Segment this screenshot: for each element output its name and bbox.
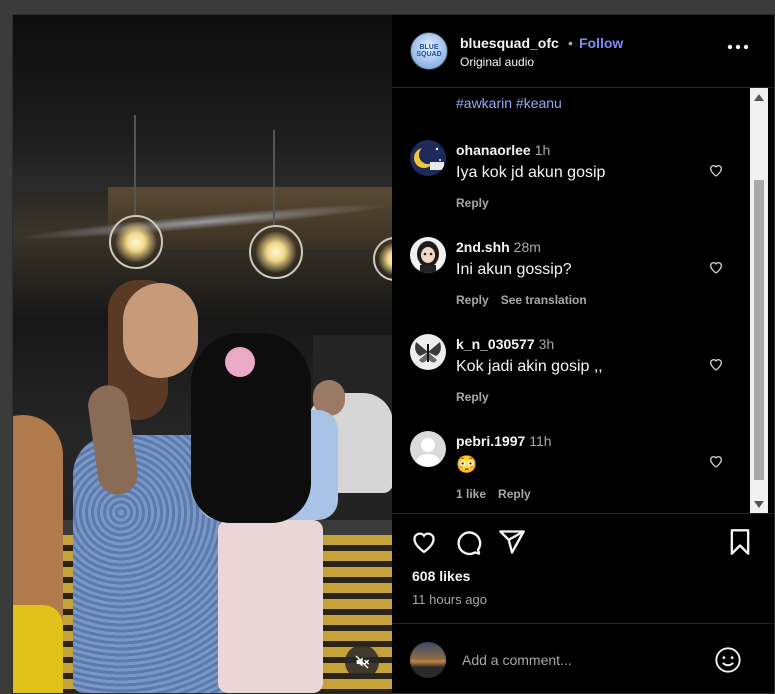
header-separator: • [568,35,573,51]
comment-text: Ini akun gossip? [456,261,572,278]
current-user-avatar [410,642,446,678]
commenter-avatar[interactable] [410,334,446,370]
comment-username[interactable]: k_n_030577 [456,336,535,352]
see-translation-button[interactable]: See translation [501,293,587,307]
comment-actions: Reply See translation [456,293,599,307]
follow-button[interactable]: Follow [579,35,623,51]
lamp-cord [134,115,136,215]
like-heart-icon[interactable] [410,528,438,556]
video-girl-pants [218,520,323,693]
scroll-down-arrow[interactable] [750,497,768,511]
comments-scrollbar[interactable] [750,88,768,513]
add-comment-bar [392,623,774,694]
caption-hashtags[interactable]: #awkarin #keanu [456,95,562,111]
like-comment-icon[interactable] [708,162,724,178]
video-person-left-shirt [13,605,63,693]
like-comment-icon[interactable] [708,356,724,372]
default-avatar-icon [410,431,446,467]
video-woman-head [123,283,198,378]
share-paper-plane-icon[interactable] [498,528,526,556]
commenter-avatar[interactable] [410,140,446,176]
butterfly-avatar-icon [410,334,446,370]
video-flower [225,347,255,377]
comment-actions: Reply [456,196,501,210]
like-comment-icon[interactable] [708,259,724,275]
triangle-down-icon [754,500,764,508]
video-player[interactable] [13,15,392,693]
girl-avatar-icon [410,237,446,273]
lamp-cord [273,130,275,225]
comment-time: 28m [513,239,541,255]
comment-time: 3h [538,336,555,352]
reply-button[interactable]: Reply [456,293,489,307]
author-username[interactable]: bluesquad_ofc [460,35,559,51]
comment-item: pebri.1997 11h 😳 1 like Reply [410,431,740,501]
comment-time: 1h [534,142,551,158]
emoji-smile-icon[interactable] [714,646,742,674]
author-avatar-text: BLUE SQUAD [416,44,442,58]
scroll-up-arrow[interactable] [750,90,768,104]
comment-actions: 1 like Reply [456,487,543,501]
comment-item: 2nd.shh 28m Ini akun gossip? Reply See tra… [410,237,740,307]
reply-button[interactable]: Reply [498,487,531,501]
pendant-lamp [109,215,163,269]
triangle-up-icon [754,93,764,101]
comment-input[interactable] [460,648,704,672]
post-header: BLUE SQUAD bluesquad_ofc • Follow Origin… [392,15,774,88]
comment-text: Iya kok jd akun gosip [456,164,606,181]
comment-actions: Reply [456,390,501,404]
save-bookmark-icon[interactable] [726,528,754,556]
more-horizontal-icon [727,44,749,50]
likes-count[interactable]: 608 likes [412,568,470,584]
author-avatar[interactable]: BLUE SQUAD [410,32,448,70]
comment-item: ohanaorlee 1h Iya kok jd akun gosip Reply [410,140,740,210]
comment-time: 11h [529,433,552,449]
comment-item: k_n_030577 3h Kok jadi akin gosip ,, Repl… [410,334,740,404]
like-comment-icon[interactable] [708,453,724,469]
comment-text: 😳 [456,455,478,474]
comment-username[interactable]: 2nd.shh [456,239,510,255]
comment-username[interactable]: ohanaorlee [456,142,531,158]
likes-count-link[interactable]: 1 like [456,487,486,501]
comment-text: Kok jadi akin gosip ,, [456,358,603,375]
muted-speaker-icon [355,655,370,669]
reply-button[interactable]: Reply [456,196,489,210]
post-dialog: BLUE SQUAD bluesquad_ofc • Follow Origin… [12,14,775,694]
mute-button[interactable] [345,645,379,679]
scrollbar-thumb[interactable] [754,180,764,480]
audio-link[interactable]: Original audio [460,55,534,69]
commenter-avatar[interactable] [410,237,446,273]
more-options-button[interactable] [726,35,750,59]
comments-list[interactable]: #awkarin #keanu ohanaorlee 1h Iya kok jd … [392,88,774,513]
post-actions: 608 likes 11 hours ago [392,513,774,624]
video-ceiling [13,15,392,190]
comment-username[interactable]: pebri.1997 [456,433,525,449]
moon-avatar-icon [410,140,446,176]
commenter-avatar[interactable] [410,431,446,467]
post-side-panel: BLUE SQUAD bluesquad_ofc • Follow Origin… [392,15,774,693]
pendant-lamp [249,225,303,279]
reply-button[interactable]: Reply [456,390,489,404]
post-timestamp[interactable]: 11 hours ago [412,592,487,607]
comment-bubble-icon[interactable] [454,528,482,556]
